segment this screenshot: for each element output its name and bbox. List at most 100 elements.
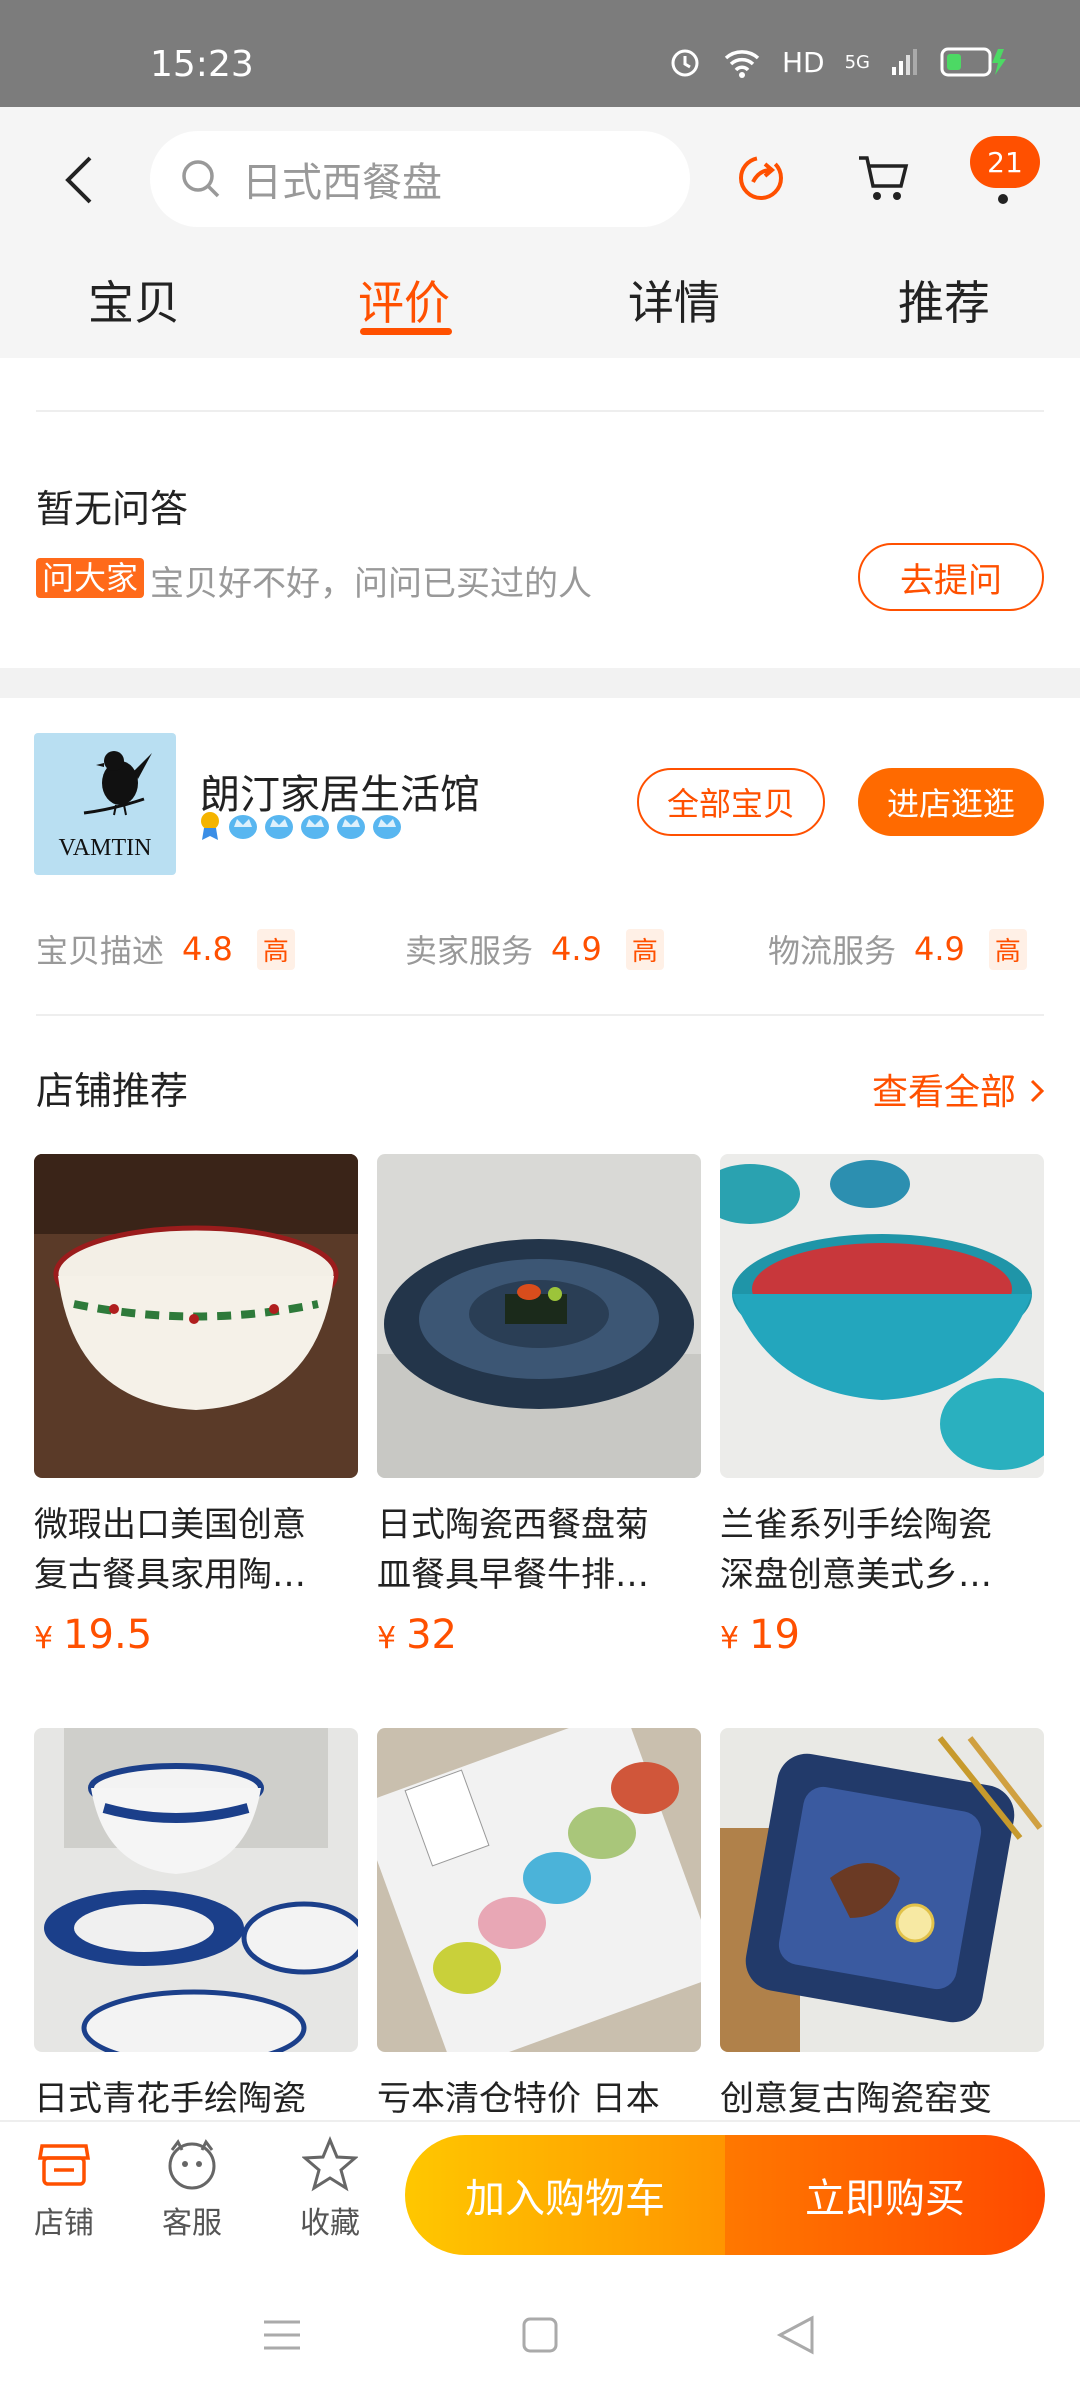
battery-icon — [940, 47, 1006, 77]
product-card[interactable]: 微瑕出口美国创意 复古餐具家用陶… ¥19.5 — [34, 1154, 358, 1658]
product-price: ¥19.5 — [34, 1612, 358, 1658]
price-value: 19.5 — [63, 1612, 153, 1658]
back-icon[interactable] — [60, 150, 100, 210]
product-image[interactable] — [720, 1154, 1044, 1478]
recommend-title: 店铺推荐 — [36, 1069, 189, 1113]
product-name[interactable]: 日式青花手绘陶瓷 — [34, 2074, 358, 2124]
tab-underline — [360, 328, 452, 335]
share-icon[interactable] — [735, 152, 787, 204]
cart-icon[interactable] — [855, 152, 911, 204]
store-icon — [37, 2144, 91, 2186]
product-image[interactable] — [377, 1728, 701, 2052]
search-placeholder: 日式西餐盘 — [242, 160, 442, 206]
rating-level: 高 — [256, 928, 295, 970]
product-image[interactable] — [34, 1154, 358, 1478]
network-label: HD — [781, 45, 825, 79]
product-name[interactable]: 兰雀系列手绘陶瓷 深盘创意美式乡… — [720, 1500, 1044, 1600]
tab-item[interactable]: 宝贝 — [88, 267, 180, 333]
product-card[interactable]: 兰雀系列手绘陶瓷 深盘创意美式乡… ¥19 — [720, 1154, 1044, 1658]
product-name[interactable]: 创意复古陶瓷窑变 — [720, 2074, 1044, 2124]
rating-description: 宝贝描述 4.8 高 — [36, 926, 295, 972]
product-price: ¥19 — [720, 1612, 1044, 1658]
product-name[interactable]: 日式陶瓷西餐盘菊 皿餐具早餐牛排… — [377, 1500, 701, 1600]
add-to-cart-button[interactable]: 加入购物车 — [405, 2135, 725, 2255]
enter-store-button[interactable]: 进店逛逛 — [858, 768, 1044, 836]
status-time: 15:23 — [150, 44, 254, 85]
customer-service-button[interactable]: 客服 — [142, 2136, 242, 2242]
crown-icon — [373, 815, 401, 839]
wifi-icon — [724, 50, 760, 78]
product-price: ¥32 — [377, 1612, 701, 1658]
tab-reviews[interactable]: 评价 — [358, 267, 450, 333]
buy-now-button[interactable]: 立即购买 — [725, 2135, 1045, 2255]
store-level — [197, 810, 403, 842]
signal-icon — [892, 49, 917, 75]
blue-white-bowl-photo — [34, 1728, 358, 2052]
product-image[interactable] — [34, 1728, 358, 2052]
view-all-label: 查看全部 — [872, 1072, 1017, 1113]
price-value: 19 — [749, 1612, 800, 1658]
rating-value: 4.8 — [182, 930, 233, 968]
rating-logistics: 物流服务 4.9 高 — [768, 926, 1027, 972]
logo-text: VAMTIN — [59, 835, 152, 861]
star-icon — [302, 2136, 358, 2192]
more-dot-icon[interactable] — [998, 194, 1008, 204]
bird-logo-icon: VAMTIN — [59, 751, 152, 861]
back-nav-icon[interactable] — [776, 2314, 816, 2356]
system-nav-bar — [0, 2270, 1080, 2400]
tab-bar: 宝贝 评价 详情 推荐 — [0, 255, 1080, 355]
service-label: 客服 — [162, 2206, 222, 2241]
ask-prompt: 宝贝好不好，问问已买过的人 — [150, 564, 592, 604]
crown-icon — [337, 815, 365, 839]
product-name[interactable]: 亏本清仓特价 日本 — [377, 2074, 701, 2124]
rating-label: 宝贝描述 — [36, 932, 165, 970]
square-plate-photo — [720, 1728, 1044, 2052]
currency: ¥ — [720, 1621, 740, 1656]
message-badge[interactable]: 21 — [970, 136, 1040, 188]
view-all-link[interactable]: 查看全部 — [872, 1063, 1047, 1115]
product-card[interactable]: 日式陶瓷西餐盘菊 皿餐具早餐牛排… ¥32 — [377, 1154, 701, 1658]
store-logo[interactable]: VAMTIN — [34, 733, 176, 875]
tab-recommend[interactable]: 推荐 — [898, 267, 990, 333]
rating-label: 卖家服务 — [405, 932, 534, 970]
medal-icon — [201, 812, 219, 840]
rating-label: 物流服务 — [768, 932, 897, 970]
home-icon[interactable] — [521, 2316, 559, 2354]
product-card[interactable]: 创意复古陶瓷窑变 — [720, 1728, 1044, 2124]
search-input[interactable]: 日式西餐盘 — [150, 131, 690, 227]
signal-label: 5G — [844, 51, 870, 73]
product-image[interactable] — [377, 1154, 701, 1478]
product-image[interactable] — [720, 1728, 1044, 2052]
currency: ¥ — [377, 1621, 397, 1656]
rating-level: 高 — [988, 928, 1027, 970]
product-card[interactable]: 亏本清仓特价 日本 — [377, 1728, 701, 2124]
price-value: 32 — [406, 1612, 457, 1658]
purchase-actions: 加入购物车 立即购买 — [405, 2135, 1045, 2255]
rating-value: 4.9 — [551, 930, 602, 968]
bowl-photo — [34, 1154, 358, 1478]
tab-details[interactable]: 详情 — [628, 267, 720, 333]
alarm-icon — [671, 49, 699, 77]
menu-icon[interactable] — [262, 2318, 302, 2352]
all-items-button[interactable]: 全部宝贝 — [637, 768, 825, 836]
ask-question-button[interactable]: 去提问 — [858, 543, 1044, 611]
qa-title: 暂无问答 — [36, 487, 189, 531]
status-icons: HD 5G — [668, 45, 1010, 79]
favorite-button[interactable]: 收藏 — [280, 2136, 380, 2242]
bowl-gift-set-photo — [377, 1728, 701, 2052]
crown-icon — [229, 815, 257, 839]
chevron-right-icon — [1031, 1079, 1045, 1103]
product-name[interactable]: 微瑕出口美国创意 复古餐具家用陶… — [34, 1500, 358, 1600]
rating-service: 卖家服务 4.9 高 — [405, 926, 664, 972]
ask-tag: 问大家 — [36, 558, 145, 598]
crown-icon — [265, 815, 293, 839]
currency: ¥ — [34, 1621, 54, 1656]
turquoise-bowl-photo — [720, 1154, 1044, 1478]
product-card[interactable]: 日式青花手绘陶瓷 — [34, 1728, 358, 2124]
divider — [36, 410, 1044, 412]
shop-button[interactable]: 店铺 — [14, 2136, 114, 2242]
search-icon — [182, 160, 220, 198]
chat-face-icon — [168, 2139, 216, 2190]
plate-photo — [377, 1154, 701, 1478]
rating-level: 高 — [625, 928, 664, 970]
